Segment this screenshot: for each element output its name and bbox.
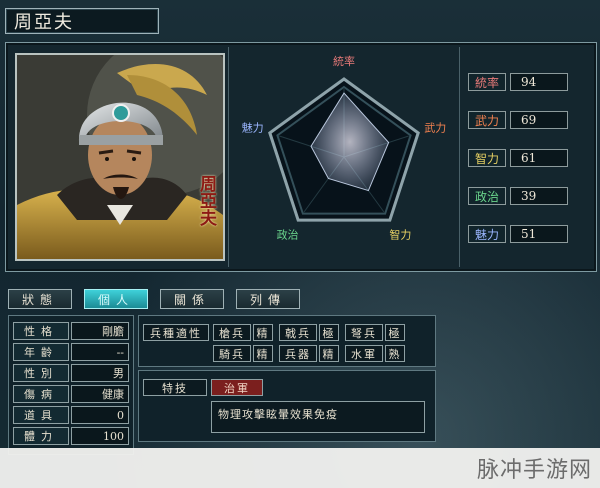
radar-axis-label: 武力 bbox=[424, 121, 446, 134]
radar-axis-label: 政治 bbox=[277, 228, 299, 242]
troop-type: 水軍 bbox=[345, 345, 383, 362]
troop-aptitude-label: 兵種適性 bbox=[143, 324, 209, 341]
stat-label: 智力 bbox=[468, 149, 506, 167]
stat-value: 61 bbox=[510, 149, 568, 167]
info-label: 道具 bbox=[13, 406, 69, 424]
radar-axis-label: 統率 bbox=[333, 54, 355, 68]
skill-panel: 特技 治軍 物理攻擊眩暈效果免疫 bbox=[138, 370, 436, 442]
stat-label: 武力 bbox=[468, 111, 506, 129]
info-label: 年齡 bbox=[13, 343, 69, 361]
officer-portrait: 周亞夫 bbox=[15, 53, 225, 261]
troop-grade: 極 bbox=[319, 324, 339, 341]
troop-grade: 精 bbox=[253, 345, 273, 362]
stat-value: 51 bbox=[510, 225, 568, 243]
stat-value: 39 bbox=[510, 187, 568, 205]
info-row-personality: 性格 剛膽 bbox=[13, 322, 129, 340]
skill-label: 特技 bbox=[143, 379, 207, 396]
officer-name: 周亞夫 bbox=[14, 12, 74, 33]
stat-label: 魅力 bbox=[468, 225, 506, 243]
tab-biography[interactable]: 列傳 bbox=[236, 289, 300, 309]
radar-svg: 統率武力智力 政治 魅力 bbox=[242, 54, 447, 242]
info-row-age: 年齡 -- bbox=[13, 343, 129, 361]
ability-radar: 統率武力智力 政治 魅力 bbox=[228, 47, 460, 267]
radar-axis-label: 智力 bbox=[389, 228, 411, 242]
radar-axis-label: 魅力 bbox=[242, 120, 264, 134]
troop-grade: 精 bbox=[319, 345, 339, 362]
troop-type: 弩兵 bbox=[345, 324, 383, 341]
info-label: 體力 bbox=[13, 427, 69, 445]
troop-grade: 極 bbox=[385, 324, 405, 341]
stat-label: 統率 bbox=[468, 73, 506, 91]
info-label: 性格 bbox=[13, 322, 69, 340]
troop-type: 兵器 bbox=[279, 345, 317, 362]
info-row-items: 道具 0 bbox=[13, 406, 129, 424]
stat-label: 政治 bbox=[468, 187, 506, 205]
tab-personal[interactable]: 個人 bbox=[84, 289, 148, 309]
officer-overview-panel: 周亞夫 統率 武力 智力 政治 魅力 統率 94 武力 69 智力 61 政治 39 魅力 51 bbox=[5, 42, 597, 272]
info-value: 100 bbox=[71, 427, 129, 445]
info-row-health: 傷病 健康 bbox=[13, 385, 129, 403]
portrait-art bbox=[17, 55, 223, 259]
info-value: 剛膽 bbox=[71, 322, 129, 340]
info-row-stamina: 體力 100 bbox=[13, 427, 129, 445]
stat-value: 69 bbox=[510, 111, 568, 129]
watermark-bar: 脉冲手游网 bbox=[0, 448, 600, 488]
tab-relations[interactable]: 關係 bbox=[160, 289, 224, 309]
officer-name-box: 周亞夫 bbox=[5, 8, 159, 34]
info-value: 男 bbox=[71, 364, 129, 382]
watermark-text: 脉冲手游网 bbox=[476, 458, 592, 483]
personal-info-panel: 性格 剛膽 年齡 -- 性別 男 傷病 健康 道具 0 體力 100 bbox=[8, 315, 134, 455]
troop-type: 戟兵 bbox=[279, 324, 317, 341]
skill-name[interactable]: 治軍 bbox=[211, 379, 263, 396]
info-row-gender: 性別 男 bbox=[13, 364, 129, 382]
troop-grade: 精 bbox=[253, 324, 273, 341]
tab-status[interactable]: 狀態 bbox=[8, 289, 72, 309]
info-label: 性別 bbox=[13, 364, 69, 382]
skill-description: 物理攻擊眩暈效果免疫 bbox=[211, 401, 425, 433]
troop-aptitude-panel: 兵種適性 槍兵 精 戟兵 極 弩兵 極 騎兵 精 兵器 精 水軍 熟 bbox=[138, 315, 436, 367]
info-value: 健康 bbox=[71, 385, 129, 403]
portrait-name-calligraphy: 周亞夫 bbox=[196, 175, 216, 226]
troop-grade: 熟 bbox=[385, 345, 405, 362]
game-screen: 周亞夫 周亞夫 統率 武力 智力 政治 魅力 統率 94 武力 69 智力 61… bbox=[0, 0, 600, 488]
troop-type: 騎兵 bbox=[213, 345, 251, 362]
info-value: -- bbox=[71, 343, 129, 361]
stat-value: 94 bbox=[510, 73, 568, 91]
troop-type: 槍兵 bbox=[213, 324, 251, 341]
info-label: 傷病 bbox=[13, 385, 69, 403]
info-value: 0 bbox=[71, 406, 129, 424]
